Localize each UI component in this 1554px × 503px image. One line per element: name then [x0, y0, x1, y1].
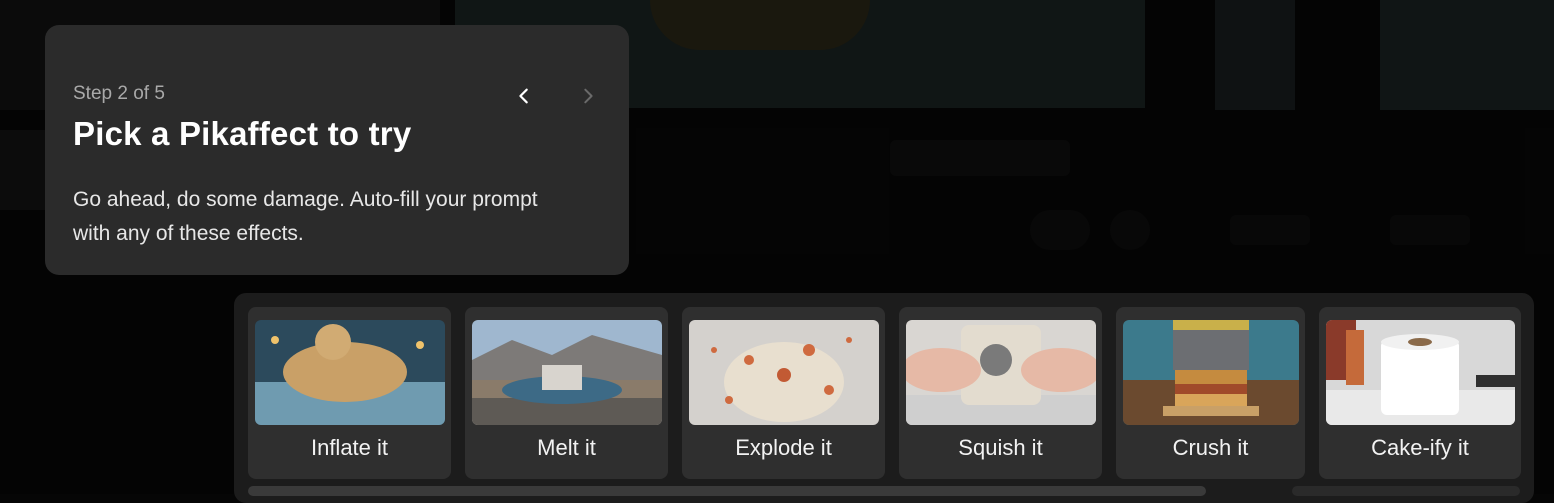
effect-label: Squish it — [958, 435, 1043, 460]
chevron-left-icon — [519, 88, 528, 104]
effect-thumbnail-crush — [1123, 320, 1299, 425]
effect-card-crush[interactable]: Crush it — [1116, 307, 1305, 479]
chevron-right-icon — [584, 88, 593, 104]
effect-label: Inflate it — [310, 435, 389, 460]
effect-card-explode[interactable]: Explode it — [682, 307, 885, 479]
tour-prev-button[interactable] — [509, 81, 539, 111]
effect-card-squish[interactable]: Squish it — [899, 307, 1102, 479]
tour-description: Go ahead, do some damage. Auto-fill your… — [73, 188, 538, 245]
effect-thumbnail-explode — [689, 320, 879, 425]
effect-thumbnail-squish — [906, 320, 1096, 425]
effects-panel: Inflate it Melt it Explode it Squish it … — [234, 293, 1534, 503]
effect-card-melt[interactable]: Melt it — [465, 307, 668, 479]
effect-thumbnail-cakeify — [1326, 320, 1515, 425]
effect-card-inflate[interactable]: Inflate it — [248, 307, 451, 479]
effect-card-cakeify[interactable]: Cake-ify it — [1319, 307, 1521, 479]
effect-label: Cake-ify it — [1371, 435, 1469, 460]
tour-popover: Step 2 of 5 Pick a Pikaffect to try Go a… — [45, 25, 629, 275]
effect-thumbnail-melt — [472, 320, 662, 425]
effect-label: Melt it — [537, 435, 596, 460]
horizontal-scrollbar-track[interactable] — [1292, 486, 1520, 496]
effect-label: Crush it — [1172, 435, 1249, 460]
effect-thumbnail-inflate — [255, 320, 445, 425]
tour-next-button[interactable] — [573, 81, 603, 111]
tour-step-indicator: Step 2 of 5 — [73, 83, 165, 104]
effect-label: Explode it — [735, 435, 832, 460]
horizontal-scrollbar-thumb[interactable] — [248, 486, 1206, 496]
tour-title: Pick a Pikaffect to try — [73, 115, 412, 152]
